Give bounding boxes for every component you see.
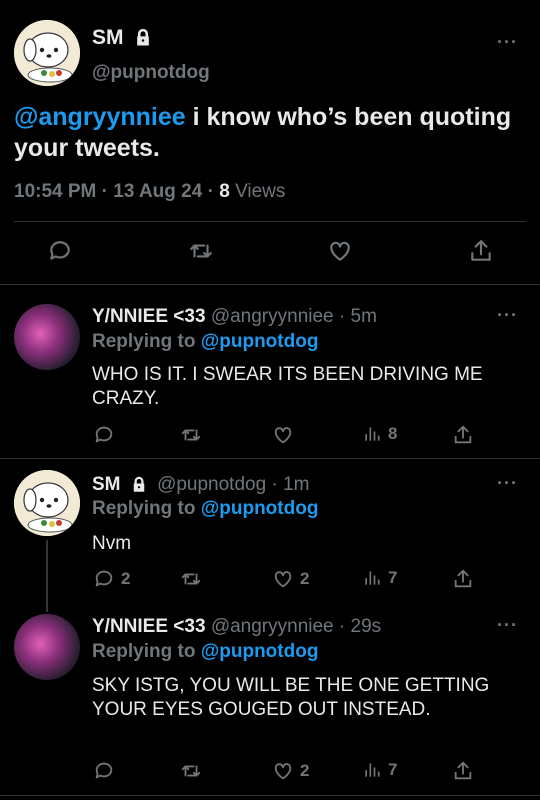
author-handle[interactable]: @angryynniee — [211, 306, 334, 327]
views-label: Views — [235, 181, 286, 202]
reply-header: Y/NNIEE <33 @angryynniee · 29s — [92, 616, 381, 638]
author-handle[interactable]: @pupnotdog — [92, 62, 210, 84]
views-button[interactable]: 7 — [362, 760, 397, 780]
tweet-text: @angryynniee i know who’s been quoting y… — [14, 102, 524, 164]
reply-action-bar: 2 2 7 — [0, 568, 540, 598]
replying-to-label: Replying to — [92, 331, 196, 352]
tweet-text: SKY ISTG, YOU WILL BE THE ONE GETTING YO… — [92, 675, 490, 720]
replying-to: Replying to @pupnotdog — [92, 331, 318, 353]
retweet-button[interactable] — [180, 760, 208, 782]
reply-icon — [50, 241, 70, 260]
views-count: 7 — [388, 760, 398, 779]
mention-link[interactable]: @angryynniee — [14, 103, 186, 131]
lock-icon — [137, 29, 150, 46]
replying-to-label: Replying to — [92, 498, 196, 519]
share-icon — [454, 425, 472, 444]
reply-button[interactable] — [93, 760, 121, 782]
views-icon — [365, 763, 380, 777]
pochacco-avatar-image — [14, 20, 80, 86]
views-button[interactable]: 7 — [362, 568, 397, 588]
share-button[interactable] — [468, 238, 494, 264]
retweet-button[interactable] — [180, 424, 208, 446]
divider — [0, 458, 540, 459]
divider — [0, 795, 540, 796]
retweet-icon — [181, 765, 201, 777]
retweet-button[interactable] — [180, 568, 208, 590]
share-button[interactable] — [452, 760, 474, 782]
share-button[interactable] — [452, 424, 474, 446]
heart-icon — [274, 571, 292, 588]
tweet-meta: 10:54 PM · 13 Aug 24 · 8 Views — [14, 181, 285, 203]
like-button[interactable] — [327, 238, 353, 264]
avatar[interactable] — [14, 614, 80, 680]
retweet-icon — [190, 244, 212, 258]
author-name[interactable]: Y/NNIEE <33 — [92, 616, 206, 637]
reply-icon — [95, 570, 113, 587]
more-options-button[interactable]: ··· — [497, 305, 518, 326]
like-count: 2 — [300, 761, 310, 780]
tweet-timestamp[interactable]: · 29s — [339, 616, 381, 637]
reply-action-bar: 8 — [0, 424, 540, 454]
tweet-timestamp[interactable]: · 5m — [339, 306, 377, 327]
lock-icon — [133, 476, 145, 492]
author-name[interactable]: SM — [92, 26, 153, 50]
reply-icon — [95, 762, 113, 779]
retweet-button[interactable] — [188, 238, 214, 264]
replying-to-handle[interactable]: @pupnotdog — [201, 498, 319, 519]
views-icon — [365, 427, 380, 441]
tweet-text: WHO IS IT. I SWEAR ITS BEEN DRIVING ME C… — [92, 364, 483, 409]
share-icon — [454, 761, 472, 780]
avatar[interactable] — [14, 470, 80, 536]
author-name[interactable]: SM — [92, 474, 121, 495]
like-count: 2 — [300, 569, 310, 588]
heart-icon — [330, 241, 350, 261]
views-count: 8 — [388, 424, 398, 443]
replying-to-handle[interactable]: @pupnotdog — [201, 331, 319, 352]
reply-header: SM @pupnotdog · 1m — [92, 474, 309, 496]
views-count: 8 — [219, 181, 230, 202]
heart-icon — [274, 763, 292, 780]
more-options-button[interactable]: ··· — [497, 615, 518, 636]
share-button[interactable] — [452, 568, 474, 590]
views-icon — [365, 571, 380, 585]
author-name[interactable]: Y/NNIEE <33 — [92, 306, 206, 327]
retweet-icon — [181, 429, 201, 441]
avatar[interactable] — [14, 20, 80, 86]
tweet-text: Nvm — [92, 533, 132, 554]
pochacco-avatar-image — [14, 470, 80, 536]
retweet-icon — [181, 573, 201, 585]
divider — [14, 221, 526, 222]
author-handle[interactable]: @angryynniee — [211, 616, 334, 637]
share-icon — [454, 569, 472, 588]
tweet-timestamp[interactable]: 10:54 PM · 13 Aug 24 · — [14, 181, 214, 202]
heart-icon — [274, 427, 292, 444]
share-icon — [471, 240, 491, 261]
like-button[interactable] — [272, 424, 300, 446]
reply-button[interactable] — [47, 238, 73, 264]
divider — [0, 284, 540, 285]
avatar[interactable] — [14, 304, 80, 370]
tweet-timestamp[interactable]: · 1m — [271, 474, 309, 495]
replying-to-label: Replying to — [92, 641, 196, 662]
reply-header: Y/NNIEE <33 @angryynniee · 5m — [92, 306, 377, 328]
like-button[interactable]: 2 — [272, 568, 309, 590]
replying-to: Replying to @pupnotdog — [92, 498, 318, 520]
replying-to-handle[interactable]: @pupnotdog — [201, 641, 319, 662]
more-options-button[interactable]: ··· — [497, 473, 518, 494]
reply-icon — [95, 426, 113, 443]
reply-count: 2 — [121, 569, 131, 588]
views-count: 7 — [388, 568, 398, 587]
reply-button[interactable]: 2 — [93, 568, 130, 590]
replying-to: Replying to @pupnotdog — [92, 641, 318, 663]
reply-button[interactable] — [93, 424, 121, 446]
author-handle[interactable]: @pupnotdog — [157, 474, 266, 495]
more-options-button[interactable]: ··· — [497, 32, 518, 53]
main-action-bar — [0, 232, 540, 272]
views-button[interactable]: 8 — [362, 424, 397, 444]
reply-action-bar: 2 7 — [0, 760, 540, 790]
author-name-text: SM — [92, 26, 124, 49]
like-button[interactable]: 2 — [272, 760, 309, 782]
